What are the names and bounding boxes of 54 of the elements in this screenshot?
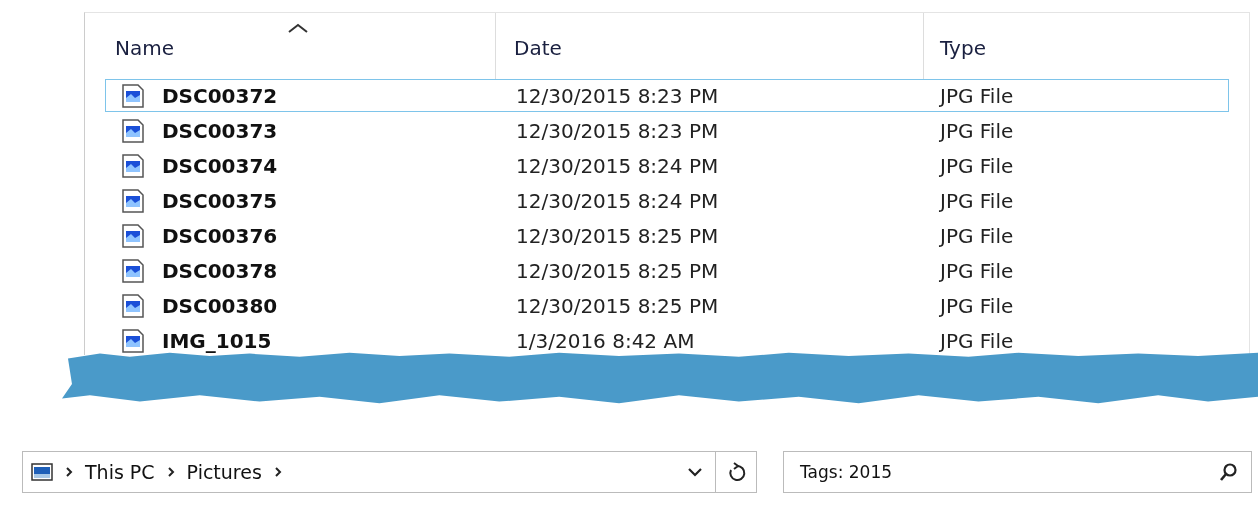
file-date: 12/30/2015 8:23 PM xyxy=(516,83,719,108)
monitor-icon xyxy=(31,463,53,481)
file-type: JPG File xyxy=(940,258,1014,283)
file-type: JPG File xyxy=(940,83,1014,108)
column-header[interactable]: Type xyxy=(940,36,986,60)
file-date: 12/30/2015 8:24 PM xyxy=(516,188,719,213)
file-date: 12/30/2015 8:24 PM xyxy=(516,153,719,178)
file-row[interactable]: IMG_1015 1/3/2016 8:42 AM JPG File xyxy=(105,324,1229,355)
search-icon[interactable] xyxy=(1219,462,1239,482)
file-row[interactable]: DSC00376 12/30/2015 8:25 PM JPG File xyxy=(105,219,1229,252)
search-field[interactable]: Tags: 2015 xyxy=(783,451,1252,493)
file-name: DSC00380 xyxy=(162,293,278,318)
file-name: DSC00374 xyxy=(162,153,278,178)
image-file-icon xyxy=(122,293,144,318)
chevron-right-icon xyxy=(166,466,175,478)
file-date: 12/30/2015 8:25 PM xyxy=(516,223,719,248)
file-row[interactable]: DSC00378 12/30/2015 8:25 PM JPG File xyxy=(105,254,1229,287)
file-name: DSC00373 xyxy=(162,118,278,143)
image-file-icon xyxy=(122,258,144,283)
image-file-icon xyxy=(122,118,144,143)
chevron-right-icon xyxy=(273,466,282,478)
image-file-icon xyxy=(122,328,144,353)
file-name: DSC00376 xyxy=(162,223,278,248)
file-date: 12/30/2015 8:23 PM xyxy=(516,118,719,143)
column-header[interactable]: Name xyxy=(115,36,174,60)
file-date: 12/30/2015 8:25 PM xyxy=(516,293,719,318)
file-type: JPG File xyxy=(940,293,1014,318)
file-type: JPG File xyxy=(940,153,1014,178)
file-name: DSC00372 xyxy=(162,83,278,108)
file-date: 12/30/2015 8:25 PM xyxy=(516,258,719,283)
image-file-icon xyxy=(122,223,144,248)
file-row[interactable]: DSC00375 12/30/2015 8:24 PM JPG File xyxy=(105,184,1229,217)
file-row[interactable]: DSC00380 12/30/2015 8:25 PM JPG File xyxy=(105,289,1229,322)
image-file-icon xyxy=(122,83,144,108)
column-header[interactable]: Date xyxy=(514,36,562,60)
file-type: JPG File xyxy=(940,223,1014,248)
image-file-icon xyxy=(122,188,144,213)
breadcrumb-item[interactable]: This PC xyxy=(85,461,155,483)
file-type: JPG File xyxy=(940,328,1014,353)
file-row[interactable]: DSC00372 12/30/2015 8:23 PM JPG File xyxy=(105,79,1229,112)
refresh-icon[interactable] xyxy=(728,462,746,482)
file-row[interactable]: DSC00374 12/30/2015 8:24 PM JPG File xyxy=(105,149,1229,182)
file-name: DSC00378 xyxy=(162,258,278,283)
dropdown-chevron-icon[interactable] xyxy=(687,467,703,477)
file-name: IMG_1015 xyxy=(162,328,272,353)
image-file-icon xyxy=(122,153,144,178)
chevron-right-icon xyxy=(65,466,73,478)
file-type: JPG File xyxy=(940,118,1014,143)
file-type: JPG File xyxy=(940,188,1014,213)
breadcrumb-item[interactable]: Pictures xyxy=(186,461,262,483)
file-name: DSC00375 xyxy=(162,188,278,213)
file-date: 1/3/2016 8:42 AM xyxy=(516,328,695,353)
address-bar[interactable]: This PC Pictures xyxy=(22,451,757,493)
file-row[interactable]: DSC00373 12/30/2015 8:23 PM JPG File xyxy=(105,114,1229,147)
